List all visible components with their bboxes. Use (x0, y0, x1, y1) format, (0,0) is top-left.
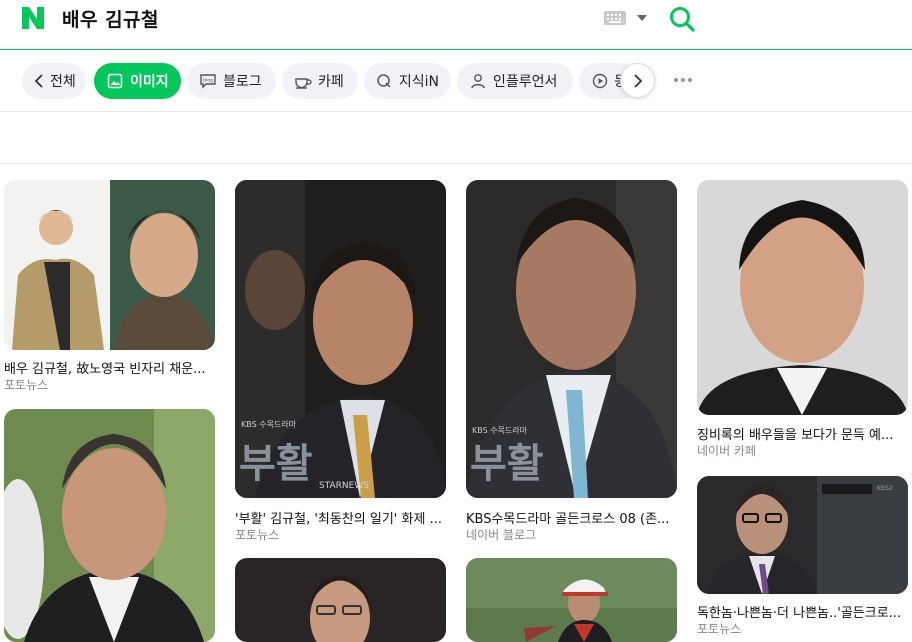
divider (0, 163, 912, 164)
result-caption[interactable]: 독한놈·나쁜놈·더 나쁜놈..'골든크로... (697, 602, 908, 621)
result-source[interactable]: 포토뉴스 (235, 526, 279, 543)
result-caption[interactable]: KBS수목드라마 골든크로스 08 (존... (466, 508, 677, 527)
overlay-small-text: KBS2 (877, 485, 893, 492)
tab-cafe[interactable]: 카페 (282, 63, 358, 99)
image-result[interactable] (235, 558, 446, 642)
search-query-text[interactable]: 배우 김규철 (62, 5, 159, 32)
result-thumbnail[interactable] (697, 180, 908, 415)
naver-logo[interactable] (20, 6, 46, 30)
chevron-right-icon (633, 73, 642, 88)
image-result[interactable]: KBS 수목드라마 부활 STARNEWS '부활' 김규철, '최동찬의 일기… (235, 180, 446, 542)
image-result[interactable] (4, 409, 215, 642)
chevron-left-icon (34, 72, 44, 90)
result-thumbnail[interactable]: KBS 수목드라마 부활 (466, 180, 677, 498)
image-result[interactable]: KBS 수목드라마 부활 KBS수목드라마 골든크로스 08 (존... 네이버… (466, 180, 677, 542)
result-caption[interactable]: '부활' 김규철, '최동찬의 일기' 화제 ... (235, 508, 446, 527)
keyboard-dropdown-icon[interactable] (637, 15, 647, 21)
result-caption[interactable]: 징비록의 배우들을 보다가 문득 예... (697, 424, 908, 443)
kin-icon (376, 72, 393, 90)
result-thumbnail[interactable]: KBS2 (697, 476, 908, 594)
image-result[interactable]: KBS2 독한놈·나쁜놈·더 나쁜놈..'골든크로... 포토뉴스 (697, 476, 908, 642)
overlay-small-text: KBS 수목드라마 (472, 426, 528, 435)
tab-kin[interactable]: 지식iN (364, 63, 451, 99)
result-thumbnail[interactable] (4, 409, 215, 642)
search-header: 배우 김규철 (0, 0, 912, 50)
result-thumbnail[interactable] (4, 180, 215, 350)
tab-blog[interactable]: blog 블로그 (187, 63, 276, 99)
play-icon (591, 72, 608, 90)
result-thumbnail[interactable] (235, 558, 446, 642)
more-icon[interactable] (674, 74, 698, 86)
overlay-small-text: KBS 수목드라마 (241, 420, 297, 429)
result-source[interactable]: 포토뉴스 (4, 376, 48, 393)
result-source[interactable]: 네이버 카페 (697, 442, 756, 459)
overlay-brand-text: STARNEWS (319, 481, 369, 491)
tab-label: 블로그 (223, 74, 262, 90)
tab-label: 카페 (318, 74, 344, 90)
result-source[interactable]: 포토뉴스 (697, 620, 741, 637)
tab-image[interactable]: 이미지 (94, 63, 181, 99)
tab-label: 전체 (50, 74, 76, 90)
blog-icon: blog (199, 72, 217, 90)
svg-text:blog: blog (203, 78, 213, 84)
search-icon[interactable] (668, 5, 696, 33)
tab-scroll-next-button[interactable] (620, 63, 655, 98)
image-icon (106, 72, 124, 90)
overlay-title-text: 부활 (470, 441, 544, 487)
image-result[interactable]: 징비록의 배우들을 보다가 문득 예... 네이버 카페 (697, 180, 908, 460)
cafe-icon (294, 72, 312, 90)
overlay-title-text: 부활 (239, 441, 313, 487)
person-icon (469, 72, 487, 90)
tab-label: 이미지 (130, 74, 169, 90)
result-thumbnail[interactable] (466, 558, 677, 642)
tab-label: 지식iN (398, 74, 439, 90)
result-source[interactable]: 네이버 블로그 (466, 526, 536, 543)
image-result[interactable] (466, 558, 677, 642)
result-thumbnail[interactable]: KBS 수목드라마 부활 STARNEWS (235, 180, 446, 498)
keyboard-icon[interactable] (604, 11, 626, 25)
vertical-tabs: 전체 이미지 blog 블로그 카페 지식iN 인플루언서 동 (0, 51, 912, 112)
tab-all[interactable]: 전체 (22, 63, 86, 99)
result-caption[interactable]: 배우 김규철, 故노영국 빈자리 채운... (4, 358, 212, 377)
image-result[interactable]: 배우 김규철, 故노영국 빈자리 채운... 포토뉴스 (4, 180, 215, 395)
tab-influencer[interactable]: 인플루언서 (457, 63, 573, 99)
tab-label: 인플루언서 (493, 74, 558, 90)
